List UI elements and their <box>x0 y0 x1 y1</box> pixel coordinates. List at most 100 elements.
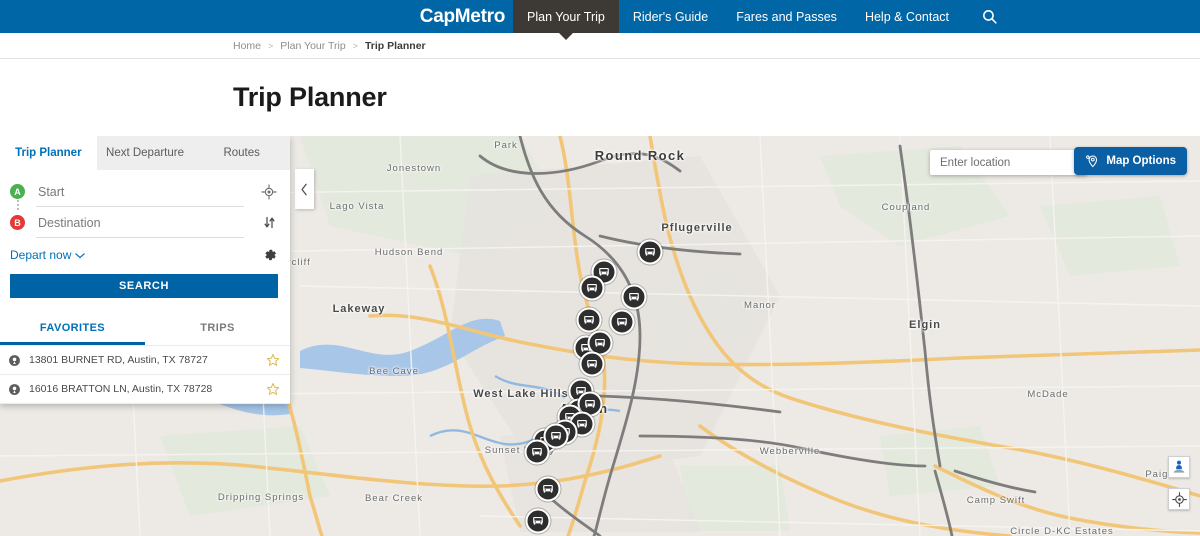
start-field-row: A <box>10 176 278 207</box>
sub-tab-label: FAVORITES <box>39 322 106 334</box>
map-pin-settings-icon <box>1086 154 1098 167</box>
page-title: Trip Planner <box>233 82 387 112</box>
destination-marker-badge: B <box>10 215 25 230</box>
tab-next-departure[interactable]: Next Departure <box>96 136 194 170</box>
bus-icon <box>551 431 561 440</box>
nav-item-label: Plan Your Trip <box>527 9 605 24</box>
crosshair-icon <box>1171 491 1187 507</box>
breadcrumb-bar: Home > Plan Your Trip > Trip Planner <box>0 33 1200 59</box>
page-title-bar: Trip Planner <box>0 59 1200 136</box>
breadcrumb-item-home[interactable]: Home <box>233 40 261 52</box>
map-search-input[interactable] <box>938 155 1096 170</box>
bus-vehicle-marker[interactable] <box>525 508 551 534</box>
bus-vehicle-marker[interactable] <box>535 476 561 502</box>
star-icon <box>266 354 280 366</box>
bus-vehicle-marker[interactable] <box>579 351 605 377</box>
bus-icon <box>585 399 595 408</box>
bus-icon <box>599 267 609 276</box>
trip-search-form: A B <box>0 170 290 308</box>
breadcrumb-separator-icon: > <box>352 40 358 51</box>
street-view-button[interactable] <box>1168 456 1190 478</box>
swap-endpoints-button[interactable] <box>260 214 278 232</box>
favorite-address: 13801 BURNET RD, Austin, TX 78727 <box>29 354 208 366</box>
sub-tab-trips[interactable]: TRIPS <box>145 322 290 345</box>
bus-icon <box>587 359 597 368</box>
trip-settings-button[interactable] <box>262 247 278 263</box>
favorites-list: 13801 BURNET RD, Austin, TX 78727 16016 … <box>0 345 290 404</box>
bus-icon <box>584 315 594 324</box>
bus-icon <box>587 283 597 292</box>
depart-options-row: Depart now <box>10 240 278 270</box>
map-stage: Park Round Rock Jonestown Lago Vista Pfluger… <box>0 136 1200 536</box>
main-nav-items: Plan Your Trip Rider's Guide Fares and P… <box>513 0 1012 33</box>
breadcrumb-separator-icon: > <box>268 40 274 51</box>
nav-item-label: Help & Contact <box>864 9 950 24</box>
depart-time-label: Depart now <box>10 248 72 262</box>
bus-vehicle-marker[interactable] <box>576 307 602 333</box>
breadcrumb: Home > Plan Your Trip > Trip Planner <box>233 40 426 52</box>
panel-tab-strip: Trip Planner Next Departure Routes <box>0 136 291 170</box>
nav-item-plan-your-trip[interactable]: Plan Your Trip <box>513 0 619 33</box>
chevron-left-icon <box>301 183 307 195</box>
favorite-star-toggle[interactable] <box>266 353 280 367</box>
favorite-address: 16016 BRATTON LN, Austin, TX 78728 <box>29 383 213 395</box>
bus-icon <box>577 419 587 428</box>
bus-icon <box>645 247 655 256</box>
bus-icon <box>533 516 543 525</box>
chevron-down-icon <box>75 252 86 258</box>
tab-label: Routes <box>223 147 260 159</box>
location-pin-icon <box>8 383 21 396</box>
bus-vehicle-marker[interactable] <box>609 309 635 335</box>
bus-vehicle-marker[interactable] <box>621 284 647 310</box>
collapse-panel-button[interactable] <box>295 169 314 209</box>
gear-icon <box>265 249 276 261</box>
bus-icon <box>617 317 627 326</box>
map-options-label: Map Options <box>1106 155 1176 167</box>
nav-item-riders-guide[interactable]: Rider's Guide <box>619 0 722 33</box>
list-item[interactable]: 13801 BURNET RD, Austin, TX 78727 <box>0 346 290 375</box>
star-icon <box>266 383 280 395</box>
map-location-search <box>930 150 1096 175</box>
panel-sub-tab-strip: FAVORITES TRIPS <box>0 322 290 345</box>
depart-time-dropdown[interactable]: Depart now <box>10 248 86 262</box>
sub-tab-label: TRIPS <box>200 322 235 334</box>
nav-item-label: Fares and Passes <box>736 9 837 24</box>
bus-icon <box>595 338 605 347</box>
tab-label: Next Departure <box>106 147 184 159</box>
bus-icon <box>532 447 542 456</box>
start-input[interactable] <box>36 183 236 200</box>
street-view-icon <box>1173 460 1185 473</box>
destination-field-row: B <box>10 207 278 238</box>
bus-icon <box>543 484 553 493</box>
destination-input[interactable] <box>36 214 236 231</box>
map-options-button[interactable]: Map Options <box>1074 147 1187 175</box>
location-pin-icon <box>8 354 21 367</box>
current-location-icon <box>261 183 277 200</box>
search-button[interactable]: SEARCH <box>10 274 278 298</box>
brand-logo-area[interactable]: CapMetro <box>0 0 513 33</box>
breadcrumb-item-current: Trip Planner <box>364 39 426 52</box>
tab-routes[interactable]: Routes <box>193 136 291 170</box>
start-marker-badge: A <box>10 184 25 199</box>
destination-field-underline <box>36 237 244 238</box>
search-icon <box>983 10 997 24</box>
brand-logo[interactable]: CapMetro <box>420 6 506 28</box>
locate-me-button[interactable] <box>1168 488 1190 510</box>
favorite-star-toggle[interactable] <box>266 382 280 396</box>
tab-trip-planner[interactable]: Trip Planner <box>0 136 97 170</box>
current-location-button[interactable] <box>260 183 278 201</box>
bus-vehicle-marker[interactable] <box>637 239 663 265</box>
nav-item-label: Rider's Guide <box>632 9 709 24</box>
list-item[interactable]: 16016 BRATTON LN, Austin, TX 78728 <box>0 375 290 404</box>
trip-planner-panel: Trip Planner Next Departure Routes A Sta… <box>0 136 291 404</box>
swap-endpoints-icon <box>263 216 275 229</box>
sub-tab-favorites[interactable]: FAVORITES <box>0 322 145 345</box>
nav-item-fares-and-passes[interactable]: Fares and Passes <box>722 0 851 33</box>
bus-vehicle-marker[interactable] <box>579 275 605 301</box>
nav-item-help-and-contact[interactable]: Help & Contact <box>851 0 963 33</box>
nav-search-button[interactable] <box>963 0 1012 33</box>
breadcrumb-item-plan-your-trip[interactable]: Plan Your Trip <box>280 40 345 52</box>
bus-vehicle-marker[interactable] <box>524 439 550 465</box>
tab-label: Trip Planner <box>15 147 82 159</box>
bus-icon <box>629 292 639 301</box>
